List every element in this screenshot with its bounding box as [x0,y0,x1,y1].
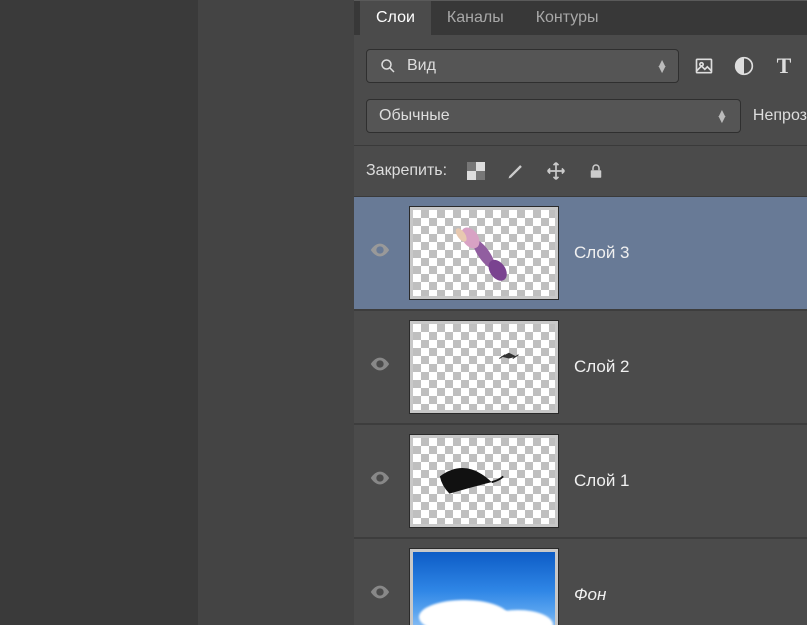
opacity-group[interactable]: Непроз [753,107,807,125]
bird-colorful-icon [413,210,555,298]
panel-tabs: Слои Каналы Контуры [354,1,807,35]
image-icon[interactable] [693,55,715,77]
tab-paths[interactable]: Контуры [520,1,615,35]
filter-row: Вид ▲▼ T [354,35,807,93]
tab-channels[interactable]: Каналы [431,1,520,35]
layer-row[interactable]: Фон [354,539,807,625]
visibility-toggle[interactable] [366,581,394,609]
dropdown-arrows-icon: ▲▼ [716,110,728,122]
layer-row[interactable]: Слой 2 [354,311,807,425]
bird-tiny-icon [413,324,555,412]
layer-thumbnail[interactable] [410,321,558,413]
layer-filter-label: Вид [407,57,436,75]
layer-name[interactable]: Слой 1 [574,471,630,491]
opacity-label: Непроз [753,107,807,125]
lock-transparency-icon[interactable] [465,160,487,182]
visibility-toggle[interactable] [366,467,394,495]
clouds-thumbnail-icon [413,598,555,625]
workspace-gutter [0,0,198,625]
layers-panel: Слои Каналы Контуры Вид ▲▼ T Обычные ▲▼ [354,0,807,625]
workspace [0,0,354,625]
layer-thumbnail[interactable] [410,207,558,299]
lock-pixels-icon[interactable] [505,160,527,182]
filter-row-icons: T [693,55,795,77]
bird-black-icon [413,438,555,526]
visibility-toggle[interactable] [366,353,394,381]
blend-mode-select[interactable]: Обычные ▲▼ [366,99,741,133]
blend-row: Обычные ▲▼ Непроз [354,93,807,146]
visibility-toggle[interactable] [366,239,394,267]
layers-list: Слой 3 Слой 2 [354,197,807,625]
lock-label: Закрепить: [366,162,447,180]
search-icon [377,55,399,77]
layer-name[interactable]: Фон [574,585,606,605]
canvas-area[interactable] [198,0,354,625]
adjustment-icon[interactable] [733,55,755,77]
tab-layers[interactable]: Слои [360,1,431,35]
layer-name[interactable]: Слой 3 [574,243,630,263]
layer-row[interactable]: Слой 3 [354,197,807,311]
lock-icons [465,160,607,182]
lock-row: Закрепить: [354,146,807,197]
lock-position-icon[interactable] [545,160,567,182]
type-icon[interactable]: T [773,55,795,77]
layer-row[interactable]: Слой 1 [354,425,807,539]
blend-mode-label: Обычные [379,107,450,125]
lock-all-icon[interactable] [585,160,607,182]
layer-name[interactable]: Слой 2 [574,357,630,377]
layer-filter-select[interactable]: Вид ▲▼ [366,49,679,83]
layer-thumbnail[interactable] [410,435,558,527]
layer-thumbnail[interactable] [410,549,558,625]
dropdown-arrows-icon: ▲▼ [656,60,668,72]
